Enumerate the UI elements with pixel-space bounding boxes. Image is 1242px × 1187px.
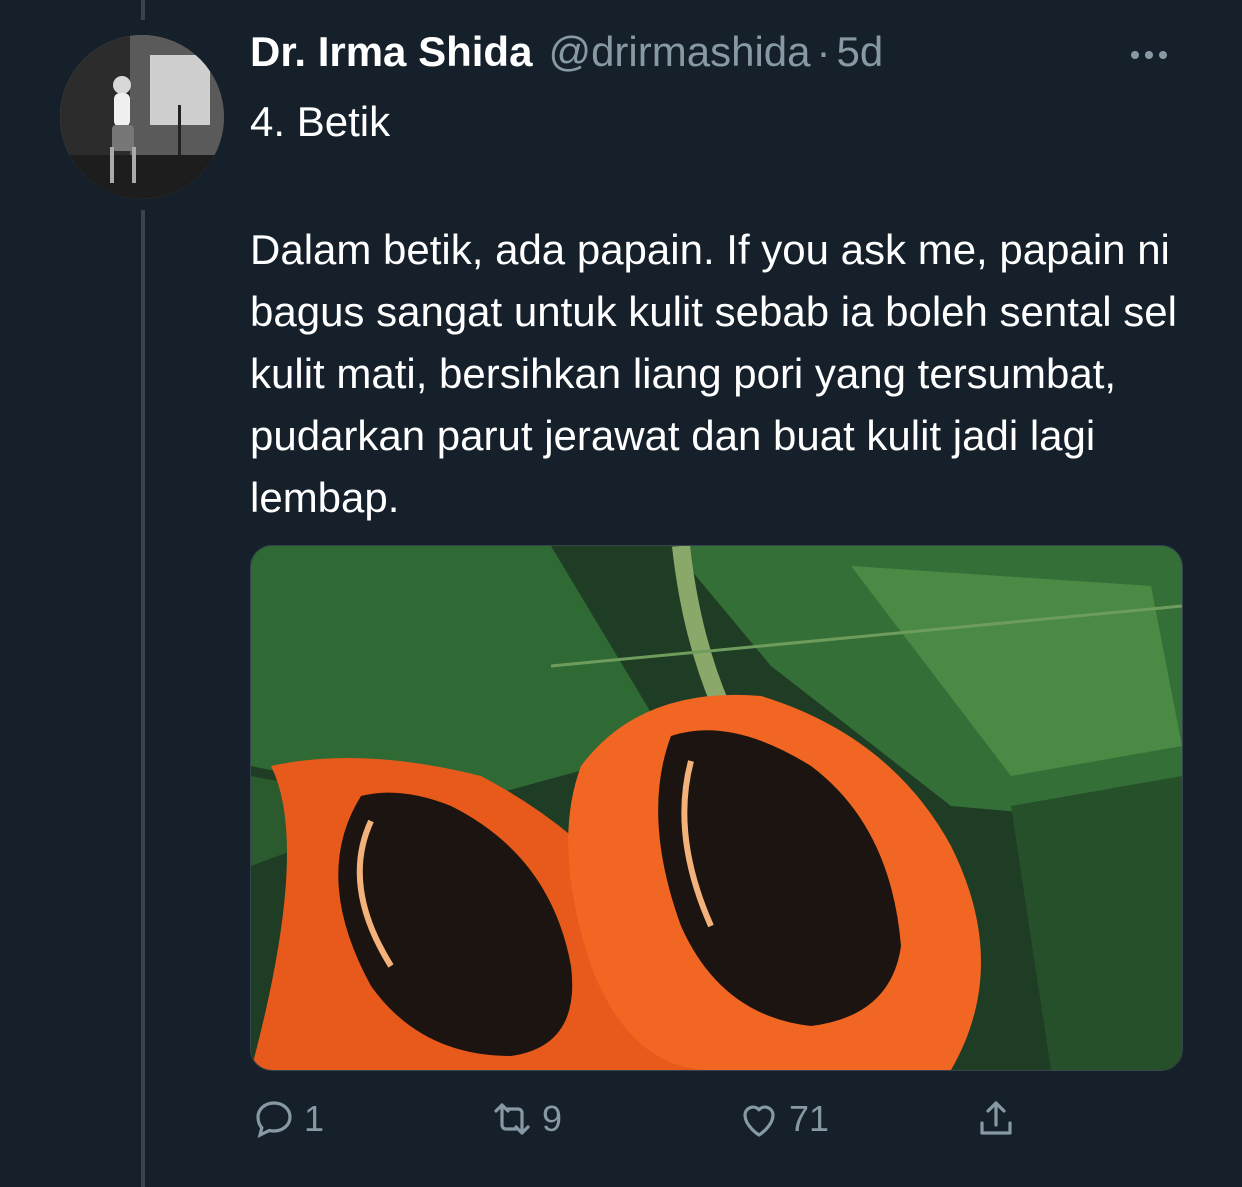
tweet-actions: 1 9 71 [250, 1095, 1050, 1151]
tweet-title: 4. Betik [250, 98, 391, 145]
reply-button[interactable]: 1 [250, 1095, 324, 1143]
share-icon [980, 1101, 1012, 1135]
tweet-image[interactable] [250, 545, 1183, 1071]
papaya-photo [251, 546, 1182, 1070]
avatar-photo [60, 35, 224, 199]
thread-line-top [141, 0, 145, 20]
thread-line [141, 210, 145, 1187]
share-button[interactable] [972, 1095, 1020, 1143]
timestamp[interactable]: 5d [837, 28, 884, 76]
retweet-icon [494, 1103, 530, 1135]
like-count: 71 [789, 1098, 830, 1139]
tweet-header: Dr. Irma Shida @drirmashida · 5d [250, 28, 883, 76]
display-name[interactable]: Dr. Irma Shida [250, 28, 532, 76]
retweet-count: 9 [542, 1098, 563, 1139]
like-button[interactable]: 71 [735, 1095, 829, 1143]
like-icon [743, 1105, 775, 1137]
reply-count: 1 [304, 1098, 325, 1139]
reply-icon [256, 1101, 292, 1138]
separator-dot: · [816, 28, 831, 75]
handle[interactable]: @drirmashida [548, 28, 810, 76]
avatar[interactable] [60, 35, 224, 199]
retweet-button[interactable]: 9 [488, 1095, 562, 1143]
tweet[interactable]: Dr. Irma Shida @drirmashida · 5d 4. Beti… [0, 0, 1242, 1187]
more-icon[interactable] [1128, 40, 1182, 70]
tweet-body: Dalam betik, ada papain. If you ask me, … [250, 226, 1177, 521]
